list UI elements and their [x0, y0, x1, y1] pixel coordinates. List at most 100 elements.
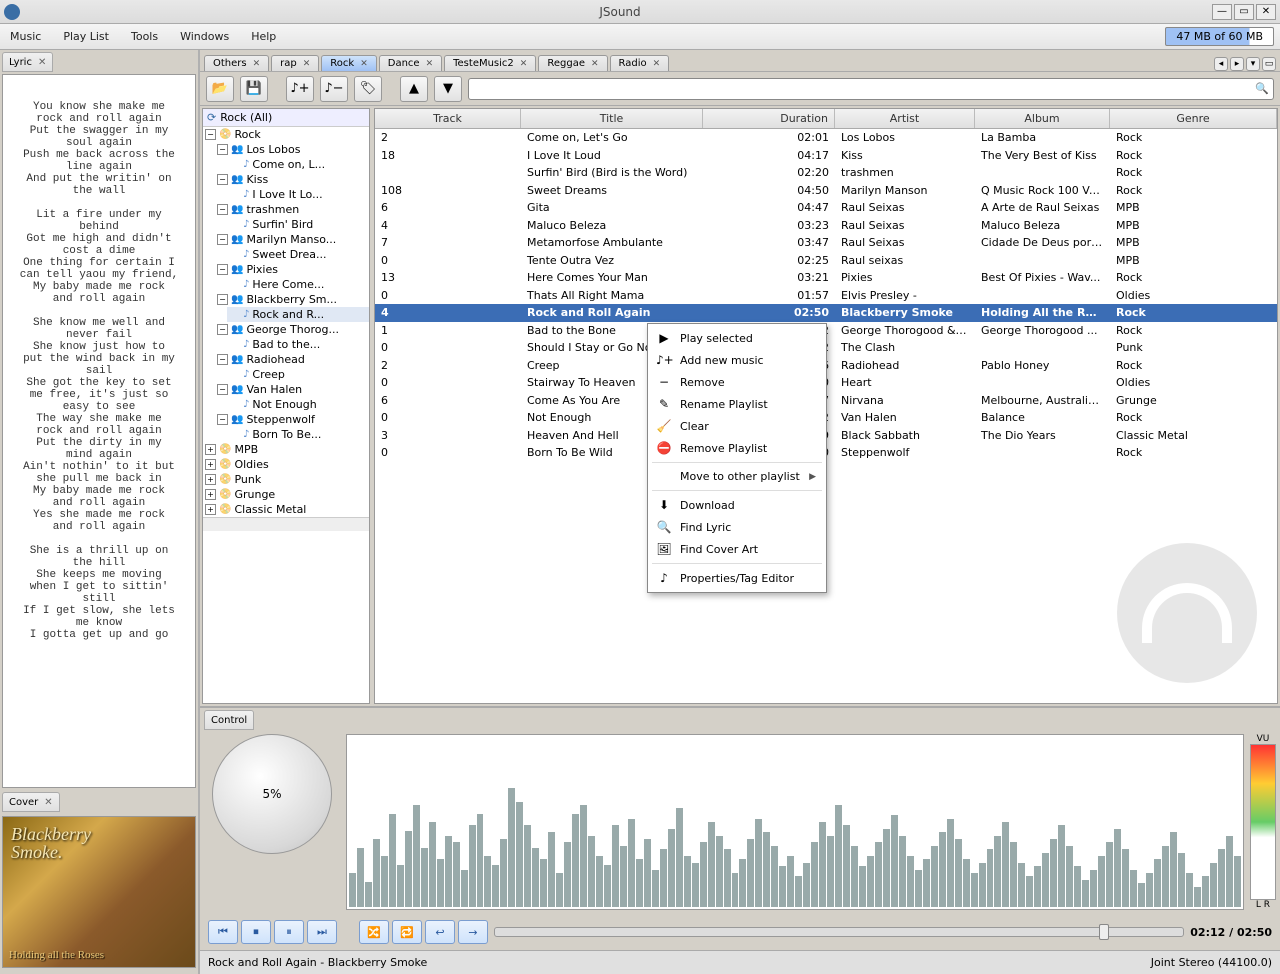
seek-slider[interactable] [494, 927, 1184, 937]
volume-dial[interactable]: 5% [212, 734, 332, 854]
tree-horizontal-scrollbar[interactable] [203, 517, 369, 531]
prev-button[interactable]: ⏮ [208, 920, 238, 944]
context-menu-item[interactable]: 🖼Find Cover Art [648, 538, 826, 560]
move-up-button[interactable]: ▲ [400, 76, 428, 102]
menu-tools[interactable]: Tools [127, 28, 162, 45]
tab-close-icon[interactable]: ✕ [303, 59, 311, 69]
tab-close-icon[interactable]: ✕ [426, 59, 434, 69]
playlist-tab-rock[interactable]: Rock✕ [321, 55, 376, 71]
search-input[interactable] [473, 83, 1255, 95]
tree-song[interactable]: ♪ Sweet Drea... [227, 247, 369, 262]
tree-song[interactable]: ♪ Here Come... [227, 277, 369, 292]
tab-close-icon[interactable]: ✕ [520, 59, 528, 69]
lyric-tab[interactable]: Lyric ✕ [2, 52, 53, 72]
tree-pane[interactable]: ⟳ Rock (All) −📀 Rock−👥 Los Lobos♪ Come o… [202, 108, 370, 704]
table-row[interactable]: 13Here Comes Your Man03:21PixiesBest Of … [375, 269, 1277, 287]
tag-button[interactable]: 🏷 [354, 76, 382, 102]
tree-genre[interactable]: +📀 Grunge [203, 487, 369, 502]
control-tab[interactable]: Control [204, 710, 254, 730]
col-album[interactable]: Album [975, 109, 1110, 128]
continue-button[interactable]: → [458, 920, 488, 944]
tree-artist[interactable]: −👥 Radiohead [215, 352, 369, 367]
pause-button[interactable]: ⏸ [274, 920, 304, 944]
tab-maximize-icon[interactable]: ▭ [1262, 57, 1276, 71]
maximize-button[interactable]: ▭ [1234, 4, 1254, 20]
tree-genre[interactable]: +📀 Oldies [203, 457, 369, 472]
menu-music[interactable]: Music [6, 28, 45, 45]
tree-artist[interactable]: −👥 Pixies [215, 262, 369, 277]
table-row[interactable]: 18I Love It Loud04:17KissThe Very Best o… [375, 147, 1277, 165]
table-row[interactable]: 2Come on, Let's Go02:01Los LobosLa Bamba… [375, 129, 1277, 147]
context-menu-item[interactable]: Move to other playlist▶ [648, 466, 826, 487]
menu-playlist[interactable]: Play List [59, 28, 113, 45]
tree-song[interactable]: ♪ Rock and R... [227, 307, 369, 322]
seek-thumb[interactable] [1099, 924, 1109, 940]
tree-song[interactable]: ♪ Born To Be... [227, 427, 369, 442]
tab-scroll-right-icon[interactable]: ▸ [1230, 57, 1244, 71]
context-menu-item[interactable]: −Remove [648, 371, 826, 393]
back-skip-button[interactable]: ↩ [425, 920, 455, 944]
add-music-button[interactable]: ♪+ [286, 76, 314, 102]
tree-song[interactable]: ♪ I Love It Lo... [227, 187, 369, 202]
table-row[interactable]: 0Thats All Right Mama01:57Elvis Presley … [375, 287, 1277, 305]
playlist-tab-others[interactable]: Others✕ [204, 55, 269, 71]
playlist-tab-reggae[interactable]: Reggae✕ [538, 55, 607, 71]
move-down-button[interactable]: ▼ [434, 76, 462, 102]
context-menu-item[interactable]: 🔍Find Lyric [648, 516, 826, 538]
tab-close-icon[interactable]: ✕ [253, 59, 261, 69]
cover-tab[interactable]: Cover ✕ [2, 792, 60, 812]
context-menu-item[interactable]: ♪+Add new music [648, 349, 826, 371]
tree-artist[interactable]: −👥 Los Lobos [215, 142, 369, 157]
context-menu-item[interactable]: ⛔Remove Playlist [648, 437, 826, 459]
tab-close-icon[interactable]: ✕ [591, 59, 599, 69]
tree-genre[interactable]: +📀 Classic Metal [203, 502, 369, 517]
playlist-tab-radio[interactable]: Radio✕ [610, 55, 670, 71]
col-genre[interactable]: Genre [1110, 109, 1277, 128]
tree-song[interactable]: ♪ Come on, L... [227, 157, 369, 172]
tree-artist[interactable]: −👥 trashmen [215, 202, 369, 217]
tree-artist[interactable]: −👥 George Thorog... [215, 322, 369, 337]
tree-song[interactable]: ♪ Bad to the... [227, 337, 369, 352]
context-menu-item[interactable]: ⬇Download [648, 494, 826, 516]
next-button[interactable]: ⏭ [307, 920, 337, 944]
cover-tab-close-icon[interactable]: ✕ [44, 797, 52, 808]
playlist-tab-rap[interactable]: rap✕ [271, 55, 319, 71]
context-menu-item[interactable]: ✎Rename Playlist [648, 393, 826, 415]
tree-root[interactable]: −📀 Rock [203, 127, 369, 142]
shuffle-button[interactable]: 🔀 [359, 920, 389, 944]
tree-song[interactable]: ♪ Surfin' Bird [227, 217, 369, 232]
search-icon[interactable]: 🔍 [1255, 82, 1269, 95]
tree-genre[interactable]: +📀 MPB [203, 442, 369, 457]
table-row[interactable]: 108Sweet Dreams04:50Marilyn MansonQ Musi… [375, 182, 1277, 200]
search-box[interactable]: 🔍 [468, 78, 1274, 100]
table-row[interactable]: 6Gita04:47Raul SeixasA Arte de Raul Seix… [375, 199, 1277, 217]
stop-button[interactable]: ⏹ [241, 920, 271, 944]
tree-artist[interactable]: −👥 Marilyn Manso... [215, 232, 369, 247]
tree-song[interactable]: ♪ Not Enough [227, 397, 369, 412]
tab-list-icon[interactable]: ▾ [1246, 57, 1260, 71]
table-row[interactable]: 4Rock and Roll Again02:50Blackberry Smok… [375, 304, 1277, 322]
repeat-button[interactable]: 🔁 [392, 920, 422, 944]
tree-artist[interactable]: −👥 Steppenwolf [215, 412, 369, 427]
tree-artist[interactable]: −👥 Kiss [215, 172, 369, 187]
table-row[interactable]: 4Maluco Beleza03:23Raul SeixasMaluco Bel… [375, 217, 1277, 235]
col-duration[interactable]: Duration [703, 109, 835, 128]
remove-music-button[interactable]: ♪− [320, 76, 348, 102]
close-button[interactable]: ✕ [1256, 4, 1276, 20]
tab-close-icon[interactable]: ✕ [360, 59, 368, 69]
menu-windows[interactable]: Windows [176, 28, 233, 45]
playlist-tab-testemusic2[interactable]: TesteMusic2✕ [444, 55, 536, 71]
save-button[interactable]: 💾 [240, 76, 268, 102]
tab-close-icon[interactable]: ✕ [653, 59, 661, 69]
menu-help[interactable]: Help [247, 28, 280, 45]
open-folder-button[interactable]: 📂 [206, 76, 234, 102]
context-menu-item[interactable]: ♪Properties/Tag Editor [648, 567, 826, 589]
lyric-pane[interactable]: You know she make me rock and roll again… [2, 74, 196, 788]
playlist-tab-dance[interactable]: Dance✕ [379, 55, 442, 71]
col-artist[interactable]: Artist [835, 109, 975, 128]
tree-artist[interactable]: −👥 Blackberry Sm... [215, 292, 369, 307]
table-row[interactable]: Surfin' Bird (Bird is the Word)02:20tras… [375, 164, 1277, 182]
context-menu-item[interactable]: 🧹Clear [648, 415, 826, 437]
tab-scroll-left-icon[interactable]: ◂ [1214, 57, 1228, 71]
col-track[interactable]: Track [375, 109, 521, 128]
